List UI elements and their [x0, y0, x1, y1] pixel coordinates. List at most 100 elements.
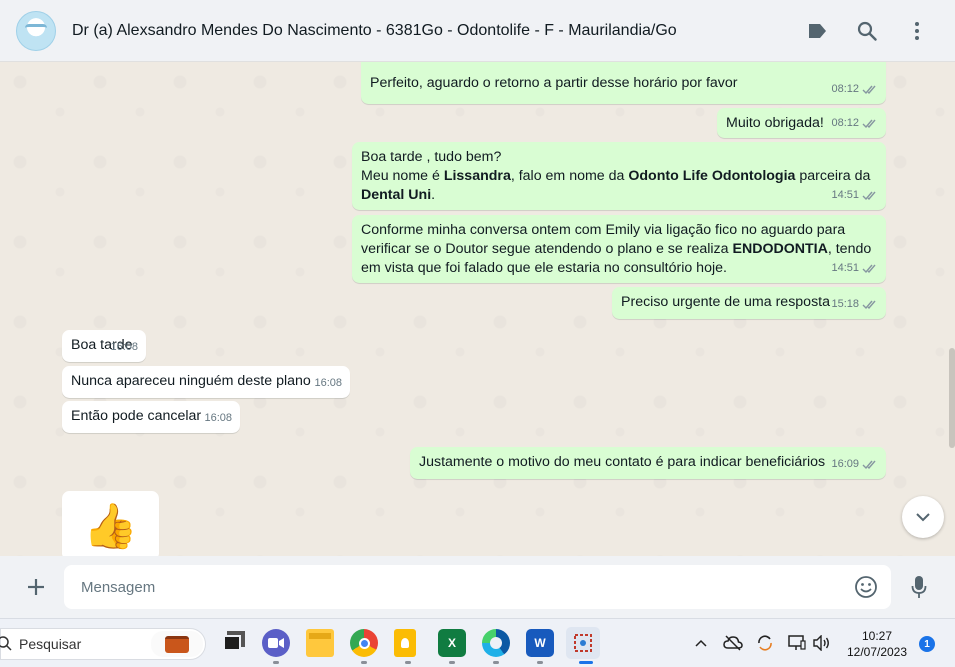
display-network-icon[interactable]	[787, 633, 807, 653]
running-indicator	[405, 661, 411, 664]
menu-icon[interactable]	[905, 19, 929, 43]
message-incoming[interactable]: Então pode cancelar 16:08	[62, 401, 240, 433]
chevron-up-icon[interactable]	[691, 633, 711, 653]
message-text: Muito obrigada!	[726, 115, 824, 131]
message-incoming[interactable]: Boa tarde 16:08	[62, 330, 146, 362]
message-incoming[interactable]: Nunca apareceu ninguém deste plano 16:08	[62, 366, 350, 398]
work-briefcase-icon[interactable]	[151, 631, 203, 657]
message-time: 16:08	[110, 341, 138, 353]
message-bold-text: ENDODONTIA	[732, 241, 828, 257]
avatar-logo-icon	[25, 23, 47, 38]
double-check-icon	[862, 460, 876, 470]
taskbar-search[interactable]: Pesquisar	[0, 628, 206, 660]
message-text: parceira da	[795, 168, 871, 184]
message-time: 08:12	[831, 117, 859, 129]
double-check-icon	[862, 191, 876, 201]
running-indicator	[493, 661, 499, 664]
message-text: .	[431, 187, 436, 203]
message-time: 16:08	[204, 412, 232, 424]
double-check-icon	[862, 264, 876, 274]
sync-icon[interactable]	[755, 633, 775, 653]
running-indicator	[361, 661, 367, 664]
message-meta: 08:12	[831, 80, 878, 99]
message-meta: 16:08	[314, 374, 342, 393]
message-outgoing[interactable]: Preciso urgente de uma resposta 15:18	[612, 287, 886, 319]
microphone-icon	[911, 576, 927, 598]
cloud-off-icon[interactable]	[723, 633, 743, 653]
message-meta: 08:12	[831, 114, 878, 133]
message-meta: 16:08	[204, 409, 232, 428]
message-text: Então pode cancelar	[71, 408, 202, 424]
double-check-icon	[862, 300, 876, 310]
message-outgoing[interactable]: Justamente o motivo do meu contato é par…	[410, 447, 886, 479]
message-bold-text: Lissandra	[443, 168, 511, 184]
message-meta: 16:08	[110, 338, 138, 357]
chevron-down-icon	[916, 513, 930, 522]
message-text: Nunca apareceu ninguém deste plano	[71, 373, 311, 389]
snipping-tool-icon[interactable]	[566, 627, 600, 659]
contact-avatar[interactable]	[16, 10, 56, 51]
file-explorer-icon[interactable]	[306, 629, 334, 657]
message-bold-text: Odonto Life Odontologia	[628, 168, 796, 184]
task-view-icon[interactable]	[218, 629, 246, 657]
clock-date: 12/07/2023	[846, 645, 908, 659]
message-meta: 16:09	[831, 455, 878, 474]
message-text: Perfeito, aguardo o retorno a partir des…	[370, 75, 738, 91]
double-check-icon	[862, 85, 876, 95]
plus-icon	[28, 579, 44, 595]
message-bold-text: Dental Uni	[361, 187, 432, 203]
message-outgoing[interactable]: Muito obrigada! 08:12	[717, 108, 886, 138]
attach-button[interactable]	[22, 573, 50, 601]
running-indicator	[579, 661, 593, 664]
message-outgoing[interactable]: Conforme minha conversa ontem com Emily …	[352, 215, 886, 283]
message-time: 14:51	[831, 262, 859, 274]
message-line: Dental Uni.	[361, 186, 877, 205]
edge-icon[interactable]	[482, 629, 510, 657]
chrome-icon[interactable]	[350, 629, 378, 657]
message-input[interactable]	[64, 565, 891, 609]
windows-taskbar: Pesquisar X W 10:27 12/07/2023 1	[0, 618, 955, 667]
taskbar-search-label: Pesquisar	[19, 636, 82, 652]
double-check-icon	[862, 119, 876, 129]
message-time: 08:12	[831, 83, 859, 95]
search-icon	[0, 636, 12, 651]
message-composer	[0, 556, 955, 618]
message-text: Justamente o motivo do meu contato é par…	[419, 454, 826, 470]
message-outgoing[interactable]: Perfeito, aguardo o retorno a partir des…	[361, 62, 886, 104]
keep-icon[interactable]	[394, 629, 416, 657]
running-indicator	[273, 661, 279, 664]
thumbs-up-icon: 👍	[83, 502, 138, 551]
message-meta: 14:51	[831, 259, 878, 278]
label-icon[interactable]	[805, 19, 829, 43]
message-text: Meu nome é	[361, 168, 444, 184]
emoji-button[interactable]	[852, 573, 880, 601]
running-indicator	[537, 661, 543, 664]
message-text: Preciso urgente de uma resposta	[621, 294, 830, 310]
search-icon[interactable]	[855, 19, 879, 43]
message-line: Boa tarde , tudo bem?	[361, 148, 877, 167]
scrollbar[interactable]	[949, 348, 955, 448]
notification-badge[interactable]: 1	[919, 636, 935, 652]
message-time: 15:18	[831, 298, 859, 310]
message-line: Meu nome é Lissandra, falo em nome da Od…	[361, 167, 877, 186]
smile-icon	[855, 576, 877, 598]
voice-message-button[interactable]	[907, 573, 931, 601]
thumbs-up-sticker[interactable]: 👍	[62, 491, 159, 556]
message-meta: 14:51	[831, 186, 878, 205]
meet-icon[interactable]	[262, 629, 290, 657]
excel-icon[interactable]: X	[438, 629, 466, 657]
message-time: 16:09	[831, 458, 859, 470]
chat-title[interactable]: Dr (a) Alexsandro Mendes Do Nascimento -…	[72, 22, 677, 40]
system-clock[interactable]: 10:27 12/07/2023	[840, 628, 914, 660]
word-icon[interactable]: W	[526, 629, 554, 657]
message-meta: 15:18	[831, 295, 878, 314]
running-indicator	[449, 661, 455, 664]
header-actions	[805, 0, 955, 62]
message-list[interactable]: Perfeito, aguardo o retorno a partir des…	[0, 62, 955, 556]
message-outgoing[interactable]: Boa tarde , tudo bem? Meu nome é Lissand…	[352, 142, 886, 210]
scroll-to-bottom-button[interactable]	[902, 496, 944, 538]
volume-icon[interactable]	[811, 633, 831, 653]
message-text: , falo em nome da	[510, 168, 629, 184]
clock-time: 10:27	[861, 629, 893, 643]
message-text: Boa tarde , tudo bem?	[361, 149, 502, 165]
